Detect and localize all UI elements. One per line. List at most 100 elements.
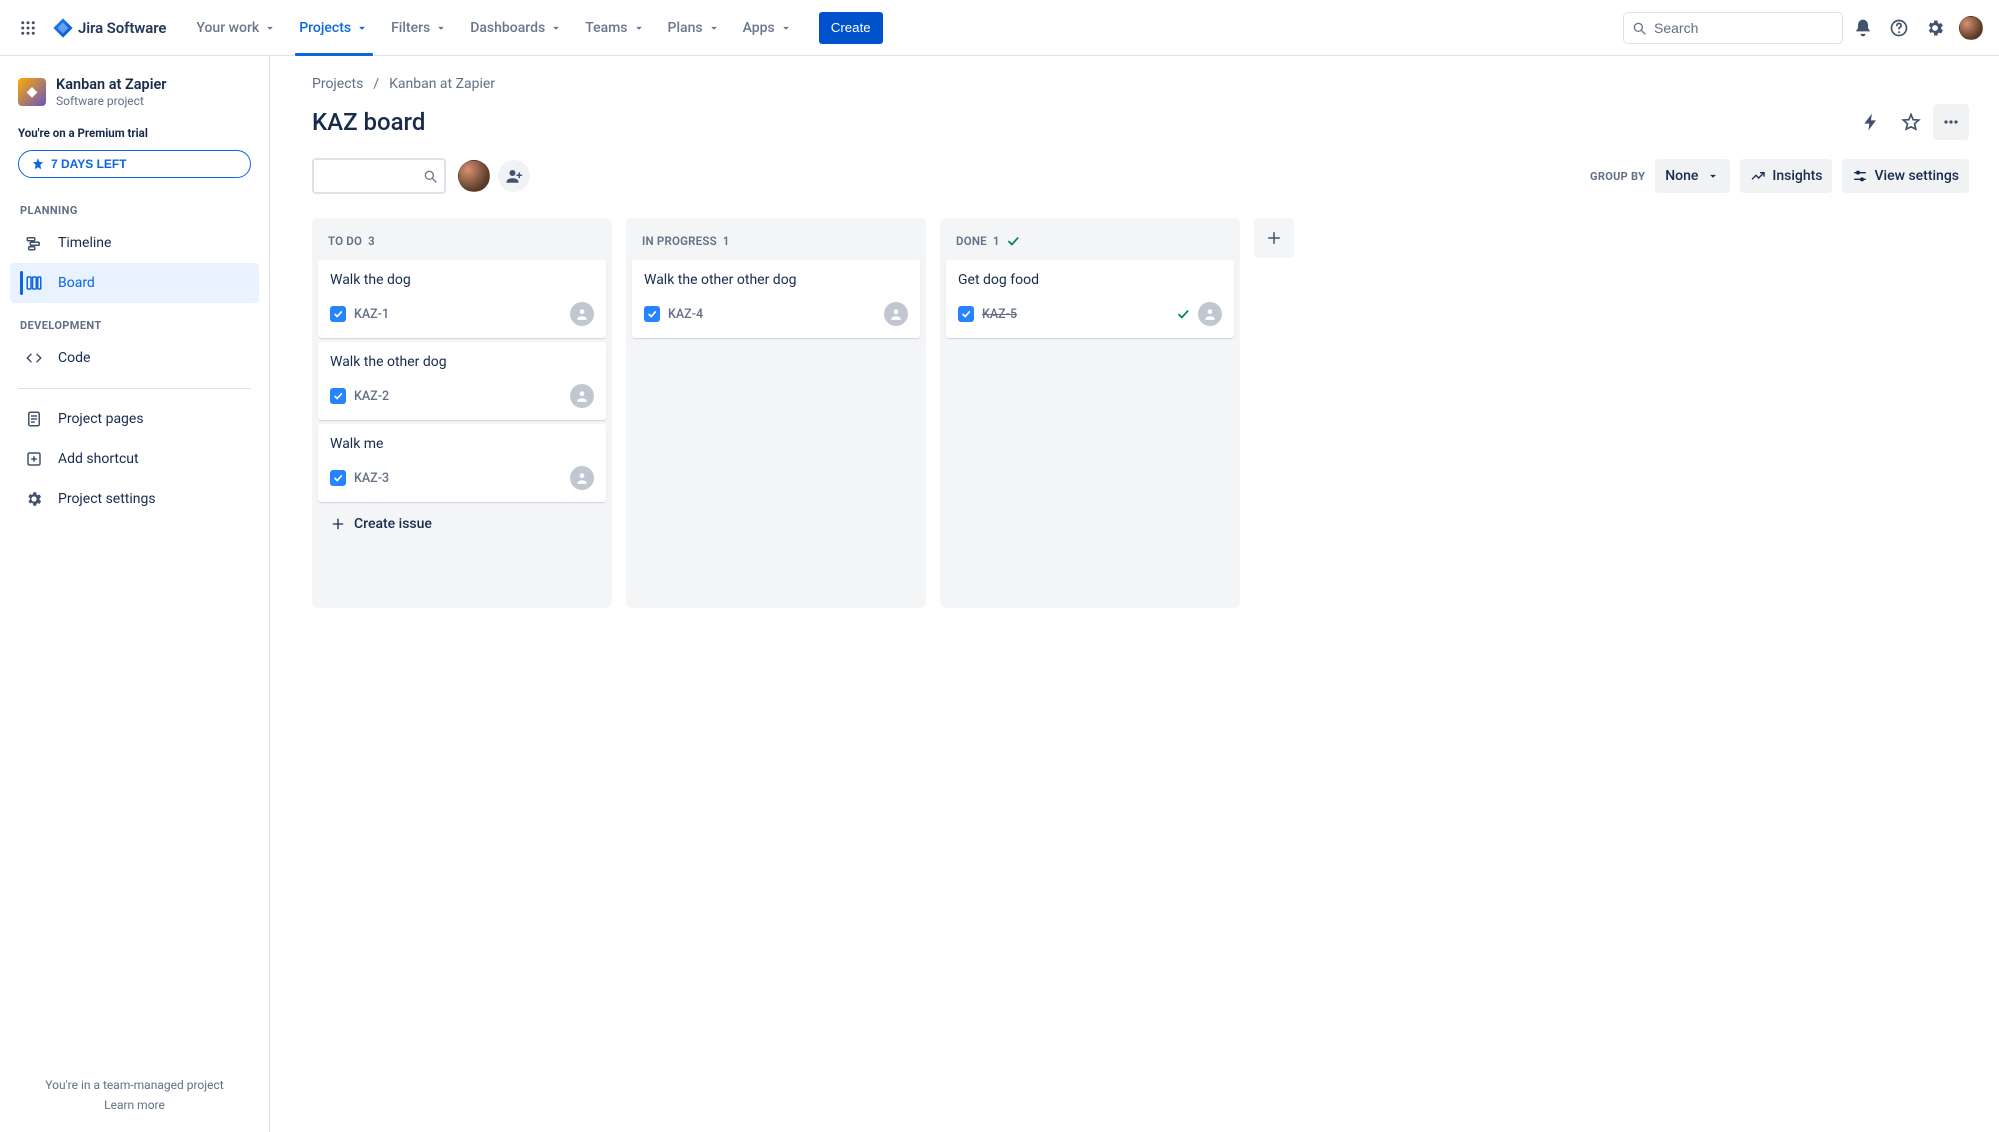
chevron-down-icon: [434, 21, 448, 35]
chevron-down-icon: [263, 21, 277, 35]
project-header[interactable]: ◆ Kanban at Zapier Software project: [10, 76, 259, 122]
sidebar-separator: [18, 388, 251, 389]
sidebar-learn-more-link[interactable]: Learn more: [10, 1098, 259, 1112]
groupby-dropdown[interactable]: None: [1655, 159, 1730, 193]
card-title: Walk the other dog: [330, 354, 594, 370]
sidebar-item-add-shortcut[interactable]: Add shortcut: [10, 439, 259, 479]
card-title: Walk the dog: [330, 272, 594, 288]
help-icon[interactable]: [1883, 12, 1915, 44]
insights-icon: [1750, 168, 1766, 184]
task-type-icon: [644, 306, 660, 322]
avatar-icon: [1959, 16, 1983, 40]
board-toolbar: GROUP BY None Insights View settings: [312, 158, 1969, 194]
assignee-filter-strip: [458, 160, 530, 192]
issue-key: KAZ-4: [668, 307, 703, 322]
app-switcher-icon[interactable]: [12, 12, 44, 44]
plus-icon: [330, 516, 346, 532]
assignee-avatar[interactable]: [458, 160, 490, 192]
column-header[interactable]: IN PROGRESS 1: [632, 228, 920, 260]
issue-card[interactable]: Walk meKAZ-3: [318, 424, 606, 502]
nav-item-label: Dashboards: [470, 20, 545, 36]
issue-key: KAZ-5: [982, 307, 1017, 322]
card-footer: KAZ-4: [644, 302, 908, 326]
sliders-icon: [1852, 168, 1868, 184]
top-nav: Jira Software Your work Projects Filters Da…: [0, 0, 1999, 56]
board-column: TO DO 3 Walk the dog KAZ-1 Walk the other d…: [312, 218, 612, 608]
sidebar-item-project-pages[interactable]: Project pages: [10, 399, 259, 439]
add-shortcut-icon: [24, 450, 44, 468]
task-type-icon: [330, 388, 346, 404]
profile-avatar[interactable]: [1955, 12, 1987, 44]
nav-item[interactable]: Your work: [186, 0, 287, 56]
breadcrumb-separator: /: [373, 76, 379, 92]
done-column-check-icon: [1006, 234, 1020, 248]
column-title: IN PROGRESS: [642, 234, 717, 248]
card-footer: KAZ-1: [330, 302, 594, 326]
plus-icon: [1265, 229, 1283, 247]
title-bar: KAZ board: [312, 104, 1969, 140]
add-person-icon: [505, 167, 523, 185]
nav-right: [1623, 12, 1987, 44]
add-column-button[interactable]: [1254, 218, 1294, 258]
more-actions-icon[interactable]: [1933, 104, 1969, 140]
breadcrumb-root[interactable]: Projects: [312, 76, 363, 92]
nav-item[interactable]: Projects: [289, 0, 379, 56]
column-cards: Walk the other other dogKAZ-4: [632, 260, 920, 338]
kanban-board: TO DO 3 Walk the dog KAZ-1 Walk the other d…: [312, 218, 1969, 608]
automation-icon[interactable]: [1853, 104, 1889, 140]
trial-notice: You're on a Premium trial: [10, 122, 259, 150]
sidebar-section-planning: PLANNING: [10, 188, 259, 223]
issue-card[interactable]: Walk the dog KAZ-1: [318, 260, 606, 338]
sidebar-item-timeline[interactable]: Timeline: [10, 223, 259, 263]
issue-key: KAZ-1: [354, 307, 389, 322]
groupby-value: None: [1665, 168, 1698, 184]
nav-item-label: Filters: [391, 20, 430, 36]
breadcrumb-current[interactable]: Kanban at Zapier: [389, 76, 495, 92]
jira-logo[interactable]: Jira Software: [48, 17, 170, 39]
unassigned-avatar-icon: [570, 302, 594, 326]
search-icon: [422, 168, 438, 184]
sidebar-item-code[interactable]: Code: [10, 338, 259, 378]
settings-icon[interactable]: [1919, 12, 1951, 44]
add-people-button[interactable]: [498, 160, 530, 192]
sidebar-item-label: Project pages: [58, 411, 144, 427]
board-column: DONE 1 Get dog food KAZ-5: [940, 218, 1240, 608]
column-count: 1: [723, 234, 730, 248]
groupby-label: GROUP BY: [1590, 170, 1645, 183]
insights-button[interactable]: Insights: [1740, 159, 1832, 193]
trial-days-left-button[interactable]: 7 DAYS LEFT: [18, 150, 251, 178]
column-header[interactable]: DONE 1: [946, 228, 1234, 260]
chevron-down-icon: [355, 21, 369, 35]
premium-icon: [31, 157, 45, 171]
nav-item-label: Teams: [585, 20, 627, 36]
issue-card[interactable]: Walk the other other dogKAZ-4: [632, 260, 920, 338]
card-title: Get dog food: [958, 272, 1222, 288]
create-issue-button[interactable]: Create issue: [318, 506, 606, 542]
chevron-down-icon: [632, 21, 646, 35]
issue-card[interactable]: Walk the other dogKAZ-2: [318, 342, 606, 420]
nav-item[interactable]: Plans: [658, 0, 731, 56]
notifications-icon[interactable]: [1847, 12, 1879, 44]
issue-card[interactable]: Get dog food KAZ-5: [946, 260, 1234, 338]
star-icon[interactable]: [1893, 104, 1929, 140]
view-settings-button[interactable]: View settings: [1842, 159, 1969, 193]
sidebar-item-label: Code: [58, 350, 90, 366]
search-input[interactable]: [1623, 12, 1843, 44]
create-button[interactable]: Create: [819, 12, 883, 44]
brand-text: Jira Software: [78, 19, 166, 37]
main-content: Projects / Kanban at Zapier KAZ board: [270, 56, 1999, 1132]
nav-item[interactable]: Dashboards: [460, 0, 573, 56]
nav-item[interactable]: Filters: [381, 0, 458, 56]
nav-item[interactable]: Teams: [575, 0, 655, 56]
column-header[interactable]: TO DO 3: [318, 228, 606, 260]
unassigned-avatar-icon: [570, 384, 594, 408]
nav-left: Jira Software Your work Projects Filters Da…: [12, 0, 883, 56]
nav-item-label: Apps: [743, 20, 775, 36]
nav-item[interactable]: Apps: [733, 0, 803, 56]
nav-item-label: Your work: [196, 20, 259, 36]
sidebar-item-board[interactable]: Board: [10, 263, 259, 303]
column-title: TO DO: [328, 234, 362, 248]
global-search: [1623, 12, 1843, 44]
sidebar-item-project-settings[interactable]: Project settings: [10, 479, 259, 519]
chevron-down-icon: [549, 21, 563, 35]
